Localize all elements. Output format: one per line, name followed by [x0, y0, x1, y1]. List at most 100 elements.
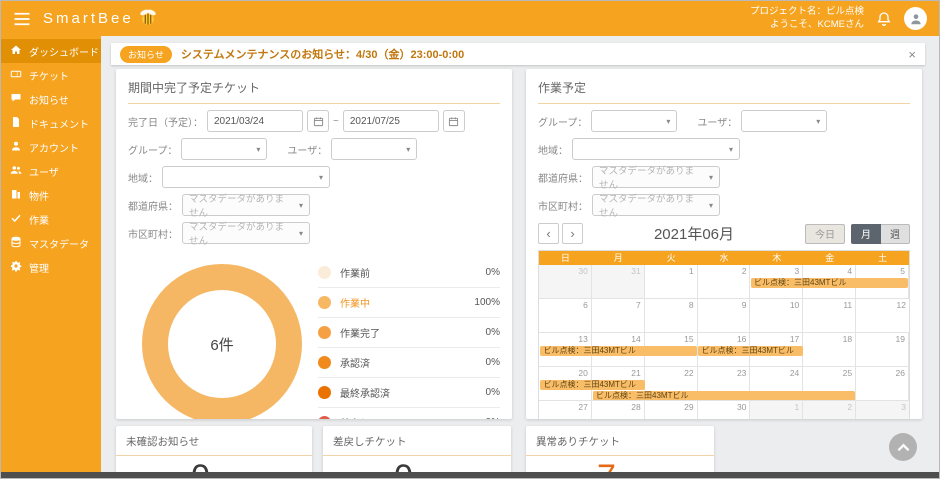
work-schedule-panel: 作業予定 グループ： ▾ ユーザ： ▾ 地域： ▾: [526, 69, 922, 419]
calendar-week-view-button[interactable]: 週: [881, 224, 910, 244]
calendar-day-cell[interactable]: 30: [539, 265, 592, 298]
chevron-down-icon: ▾: [406, 145, 410, 154]
sidebar-item-documents[interactable]: ドキュメント: [1, 111, 101, 135]
city-select[interactable]: マスタデータがありません ▾: [182, 222, 310, 244]
announcement-icon: [10, 92, 22, 107]
smartbee-logo: SmartBee: [43, 8, 159, 30]
month-calendar: 日 月 火 水 木 金 土 30 31 1 2 3 4 5 ビル点検：三田43M…: [538, 250, 910, 419]
legend-dot: [318, 386, 331, 399]
prefecture-select[interactable]: マスタデータがありません ▾: [592, 166, 720, 188]
calendar-day-cell[interactable]: 9: [698, 299, 751, 332]
calendar-day-cell[interactable]: 11: [803, 299, 856, 332]
date-label: 完了日（予定）：: [128, 114, 203, 129]
chevron-down-icon: ▾: [299, 201, 303, 210]
filter-row-group-user: グループ： ▾ ユーザ： ▾: [538, 110, 910, 132]
legend-value: 0%: [486, 267, 500, 278]
calendar-day-cell[interactable]: 12: [856, 299, 909, 332]
close-icon[interactable]: ×: [908, 48, 916, 61]
filter-row-city: 市区町村： マスタデータがありません ▾: [538, 194, 910, 216]
user-label: ユーザ：: [697, 114, 737, 129]
legend-row: 作業中 100%: [318, 288, 500, 318]
calendar-day-cell[interactable]: 18: [803, 333, 856, 366]
calendar-day-cell[interactable]: 1: [645, 265, 698, 298]
hamburger-menu-icon[interactable]: [13, 12, 31, 26]
city-label: 市区町村：: [128, 226, 178, 241]
sidebar-item-properties[interactable]: 物件: [1, 183, 101, 207]
legend-value: 0%: [486, 327, 500, 338]
region-select[interactable]: ▾: [572, 138, 740, 160]
calendar-day-cell[interactable]: 2: [698, 265, 751, 298]
calendar-day-cell[interactable]: 27: [539, 401, 592, 419]
chevron-down-icon: ▾: [709, 201, 713, 210]
group-select[interactable]: ▾: [591, 110, 677, 132]
region-label: 地域：: [128, 170, 158, 185]
city-label: 市区町村：: [538, 198, 588, 213]
legend-value: 0%: [486, 417, 500, 419]
legend-row: 承認済 0%: [318, 348, 500, 378]
calendar-event[interactable]: ビル点検：三田43MTビル: [540, 380, 644, 390]
sidebar-item-account[interactable]: アカウント: [1, 135, 101, 159]
weekday-label: 日: [539, 251, 592, 265]
datepicker-to-button[interactable]: [443, 110, 465, 132]
legend-dot: [318, 356, 331, 369]
datepicker-from-button[interactable]: [307, 110, 329, 132]
sidebar-item-label: ドキュメント: [29, 116, 89, 131]
calendar-day-cell[interactable]: 3: [856, 401, 909, 419]
legend-value: 0%: [486, 357, 500, 368]
sidebar-item-work[interactable]: 作業: [1, 207, 101, 231]
calendar-next-button[interactable]: ›: [562, 223, 583, 244]
city-select[interactable]: マスタデータがありません ▾: [592, 194, 720, 216]
calendar-month-view-button[interactable]: 月: [851, 224, 881, 244]
legend-label: 作業前: [340, 265, 486, 280]
sidebar-item-label: お知らせ: [29, 92, 69, 107]
region-select[interactable]: ▾: [162, 166, 330, 188]
calendar-day-cell[interactable]: 7: [592, 299, 645, 332]
sidebar-item-users[interactable]: ユーザ: [1, 159, 101, 183]
calendar-event[interactable]: ビル点検：三田43MTビル: [540, 346, 697, 356]
prefecture-select[interactable]: マスタデータがありません ▾: [182, 194, 310, 216]
calendar-day-cell[interactable]: 19: [856, 333, 909, 366]
calendar-prev-button[interactable]: ‹: [538, 223, 559, 244]
app-header: SmartBee プロジェクト名：ビル点検 ようこそ、KCMEさん: [1, 1, 939, 36]
filter-row-city: 市区町村： マスタデータがありません ▾: [128, 222, 500, 244]
group-select[interactable]: ▾: [181, 138, 267, 160]
calendar-event[interactable]: ビル点検：三田43MTビル: [751, 278, 908, 288]
calendar-today-button[interactable]: 今日: [805, 224, 845, 244]
select-value: マスタデータがありません: [599, 163, 703, 191]
calendar-day-cell[interactable]: 2: [803, 401, 856, 419]
notifications-bell-icon[interactable]: [876, 11, 892, 27]
sidebar-item-masterdata[interactable]: マスタデータ: [1, 231, 101, 255]
sidebar-item-announcements[interactable]: お知らせ: [1, 87, 101, 111]
notice-text: システムメンテナンスのお知らせ：4/30（金）23:00-0:00: [181, 46, 900, 62]
prefecture-label: 都道府県：: [538, 170, 588, 185]
calendar-day-cell[interactable]: 31: [592, 265, 645, 298]
calendar-icon: [448, 116, 459, 127]
stat-title: 未確認お知らせ: [116, 426, 312, 456]
scroll-to-top-button[interactable]: [889, 433, 917, 461]
tickets-donut-chart: 6件: [142, 264, 302, 419]
sidebar-item-tickets[interactable]: チケット: [1, 63, 101, 87]
user-select[interactable]: ▾: [331, 138, 417, 160]
gear-icon: [10, 260, 22, 275]
calendar-day-cell[interactable]: 29: [645, 401, 698, 419]
date-from-input[interactable]: [207, 110, 303, 132]
chevron-down-icon: ▾: [666, 117, 670, 126]
legend-value: 100%: [474, 297, 500, 308]
calendar-day-cell[interactable]: 10: [750, 299, 803, 332]
filter-row-region: 地域： ▾: [128, 166, 500, 188]
sidebar-item-admin[interactable]: 管理: [1, 255, 101, 279]
calendar-day-cell[interactable]: 26: [856, 367, 909, 400]
date-to-input[interactable]: [343, 110, 439, 132]
sidebar-item-dashboard[interactable]: ダッシュボード: [1, 39, 101, 63]
calendar-day-cell[interactable]: 30: [698, 401, 751, 419]
user-select[interactable]: ▾: [741, 110, 827, 132]
sidebar-item-label: マスタデータ: [29, 236, 89, 251]
calendar-event[interactable]: ビル点検：三田43MTビル: [698, 346, 802, 356]
legend-label: 承認済: [340, 355, 486, 370]
calendar-day-cell[interactable]: 28: [592, 401, 645, 419]
calendar-day-cell[interactable]: 6: [539, 299, 592, 332]
calendar-day-cell[interactable]: 8: [645, 299, 698, 332]
filter-row-region: 地域： ▾: [538, 138, 910, 160]
user-avatar[interactable]: [904, 7, 927, 30]
calendar-day-cell[interactable]: 1: [750, 401, 803, 419]
